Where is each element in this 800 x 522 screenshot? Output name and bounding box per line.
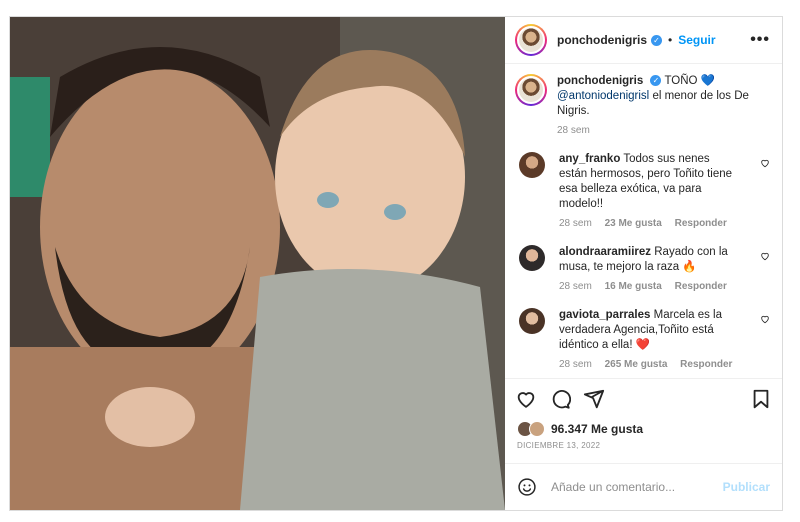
author-username[interactable]: ponchodenigris [557, 33, 647, 47]
fire-emoji: 🔥 [682, 261, 697, 273]
comment-item: any_franko Todos sus nenes están hermoso… [515, 152, 770, 229]
likes-count[interactable]: 96.347 [551, 422, 588, 436]
photo-illustration [10, 17, 505, 510]
post-date[interactable]: DICIEMBRE 13, 2022 [505, 439, 782, 463]
paper-plane-icon[interactable] [583, 388, 605, 410]
comment-input[interactable] [549, 479, 723, 495]
likes-summary[interactable]: 96.347 Me gusta [505, 419, 782, 439]
smiley-icon[interactable] [517, 477, 537, 497]
verified-badge-icon: ✓ [651, 34, 662, 46]
post-header: ponchodenigris ✓ • Seguir ••• [505, 17, 782, 64]
heart-outline-icon[interactable] [515, 388, 537, 410]
verified-badge-icon: ✓ [650, 75, 662, 87]
comment-like-heart-icon[interactable] [760, 251, 770, 261]
comment-time[interactable]: 28 sem [559, 359, 592, 370]
comment-like-heart-icon[interactable] [760, 314, 770, 324]
caption-username[interactable]: ponchodenigris [557, 75, 643, 87]
publish-button[interactable]: Publicar [723, 480, 770, 494]
caption-avatar[interactable] [515, 74, 547, 106]
post-dialog: ponchodenigris ✓ • Seguir ••• ponchodeni… [9, 16, 783, 511]
commenter-avatar[interactable] [519, 308, 545, 334]
comment-username[interactable]: alondraaramiirez [559, 246, 651, 258]
comment-likes[interactable]: 265 Me gusta [605, 359, 668, 370]
liker-avatar [529, 421, 545, 437]
commenter-avatar[interactable] [519, 152, 545, 178]
bookmark-icon[interactable] [750, 388, 772, 410]
caption-text-start: TOÑO [664, 75, 698, 87]
caption-mention-link[interactable]: @antoniodenigrisl [557, 90, 649, 102]
reply-button[interactable]: Responder [680, 359, 732, 370]
post-actions-bar [505, 378, 782, 419]
separator-dot: • [668, 33, 673, 47]
more-options-icon[interactable]: ••• [750, 32, 770, 48]
comment-time[interactable]: 28 sem [559, 218, 592, 229]
speech-bubble-icon[interactable] [549, 388, 571, 410]
red-heart-emoji: ❤️ [635, 339, 651, 351]
reply-button[interactable]: Responder [675, 281, 727, 292]
comment-likes[interactable]: 16 Me gusta [605, 281, 662, 292]
comment-item: alondraaramiirez Rayado con la musa, te … [515, 245, 770, 292]
commenter-avatar[interactable] [519, 245, 545, 271]
comment-item: gaviota_parrales Marcela es la verdadera… [515, 308, 770, 370]
comment-time[interactable]: 28 sem [559, 281, 592, 292]
post-sidebar: ponchodenigris ✓ • Seguir ••• ponchodeni… [505, 17, 782, 510]
likes-label[interactable]: Me gusta [591, 422, 643, 436]
author-avatar[interactable] [515, 24, 547, 56]
reply-button[interactable]: Responder [675, 218, 727, 229]
comment-like-heart-icon[interactable] [760, 158, 770, 168]
comments-list[interactable]: ponchodenigris ✓ TOÑO 💙 @antoniodenigris… [505, 64, 782, 378]
caption-time[interactable]: 28 sem [557, 125, 590, 136]
post-photo[interactable] [10, 17, 505, 510]
follow-button[interactable]: Seguir [678, 33, 715, 47]
comment-username[interactable]: gaviota_parrales [559, 309, 650, 321]
add-comment-bar: Publicar [505, 463, 782, 510]
comment-username[interactable]: any_franko [559, 153, 620, 165]
blue-heart-emoji: 💙 [700, 75, 715, 87]
comment-likes[interactable]: 23 Me gusta [605, 218, 662, 229]
caption: ponchodenigris ✓ TOÑO 💙 @antoniodenigris… [515, 74, 770, 136]
